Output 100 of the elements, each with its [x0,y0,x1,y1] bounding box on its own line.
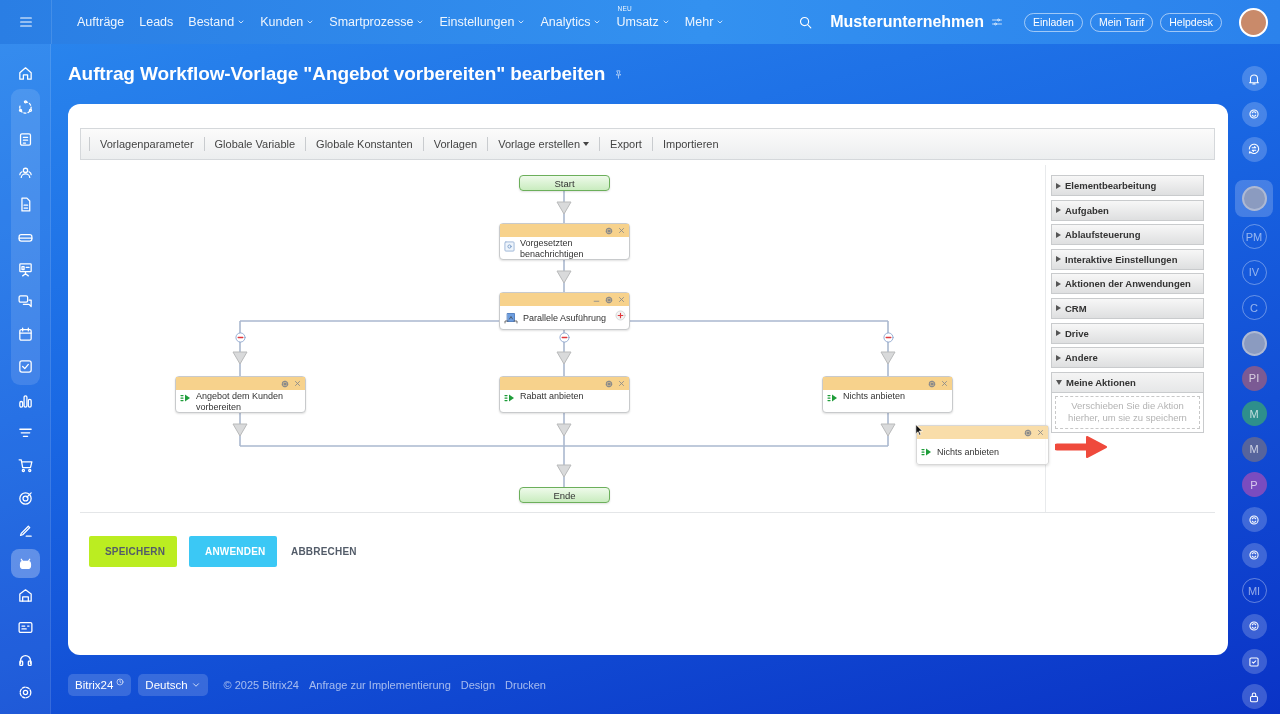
activity-node[interactable]: Rabatt anbieten [499,376,630,413]
remove-branch-icon[interactable] [558,332,570,343]
caret-icon [237,18,246,26]
lock-icon[interactable] [1247,689,1261,704]
parallel-icon [504,312,518,324]
copyright-text: © 2025 Bitrix24 [223,679,299,691]
toolbar-button[interactable]: Globale Variable [204,138,306,150]
user-avatar[interactable] [1241,330,1267,356]
brand-badge[interactable]: Bitrix24 [68,674,132,696]
language-selector[interactable]: Deutsch [138,674,208,696]
toolbar-button[interactable]: Vorlage erstellen [488,138,600,150]
save-button[interactable]: SPEICHERN [89,536,177,567]
palette-section-header[interactable]: Elementbearbeitung [1051,175,1204,196]
menu-icon[interactable] [17,14,34,30]
palette-section-header[interactable]: CRM [1051,297,1204,319]
settings-icon[interactable] [1024,428,1032,437]
user-avatar[interactable] [1239,7,1268,37]
connector-arrow [232,351,248,365]
toolbar-button[interactable]: Globale Konstanten [306,138,423,150]
terminal-node[interactable]: Start [519,175,610,191]
caret-icon [416,18,425,26]
caret-icon [661,18,670,26]
footer-link[interactable]: Design [460,679,496,691]
checkbox-icon[interactable] [16,358,34,376]
cancel-button[interactable]: ABBRECHEN [289,536,359,567]
toolbar-button[interactable]: Vorlagen [423,138,488,150]
palette-section-header[interactable]: Meine Aktionen [1051,371,1204,393]
drop-hint: Verschieben Sie die Aktion hierher, um sie zu speichern [1055,395,1200,429]
connector-arrow [556,445,572,488]
nav-menu-item[interactable]: Mehr [684,15,725,29]
collapsed-triangle-icon [1056,354,1061,361]
toolbar-button[interactable]: Importieren [652,138,729,150]
caret-icon [716,18,725,26]
chat-exchange-icon[interactable] [1247,142,1261,157]
home-icon[interactable] [16,64,34,82]
presentation-icon[interactable] [16,261,34,279]
search-icon[interactable] [798,14,814,30]
connector-arrow [880,412,896,447]
run-arrow-icon [827,393,838,403]
close-icon[interactable] [941,380,948,387]
node-label: Angebot dem Kunden vorbereiten [196,391,285,412]
add-branch-icon[interactable] [615,310,626,321]
initials-avatar[interactable]: P [1241,472,1267,498]
activity-node[interactable]: Parallele Asuführung [499,292,630,330]
caret-icon [593,18,602,26]
palette-section-header[interactable]: Andere [1051,347,1204,369]
toolbar-button[interactable]: Export [600,138,652,150]
bar-chart-icon[interactable] [16,392,34,410]
palette-section-header[interactable]: Drive [1051,322,1204,344]
node-label: Nichts anbieten [843,391,906,402]
palette-section-header[interactable]: Aktionen der Anwendungen [1051,273,1204,295]
activity-node[interactable]: Vorgesetzten benachrichtigen [499,223,630,260]
connector-arrow [232,412,248,447]
dragged-activity-node[interactable]: Nichts anbieten [916,425,1049,465]
loop-icon[interactable] [16,99,34,117]
connector-arrow [880,351,896,365]
nav-menu-item[interactable]: Bestand [188,15,246,29]
bell-icon[interactable] [1247,71,1261,86]
palette-section-header[interactable]: Ablaufsteuerung [1051,224,1204,246]
initials-avatar[interactable]: M [1241,401,1267,427]
calendar-icon[interactable] [16,325,34,343]
footer-link[interactable]: Anfrage zur Implementierung [308,679,451,691]
cart-icon[interactable] [16,457,34,475]
nav-menu-item[interactable]: Aufträge [77,15,125,29]
terminal-node[interactable]: Ende [519,487,610,503]
close-icon[interactable] [618,380,625,387]
activity-node[interactable]: Angebot dem Kunden vorbereiten [175,376,306,413]
dropdown-triangle-icon [583,142,590,146]
toolbar-button[interactable]: Vorlagenparameter [90,138,204,150]
user-avatar[interactable] [1241,186,1267,212]
collapsed-triangle-icon [1056,207,1061,214]
target-icon[interactable] [16,489,34,507]
footer-link[interactable]: Drucken [505,679,546,691]
close-icon[interactable] [618,227,625,234]
run-arrow-icon [921,447,932,457]
activity-node[interactable]: Nichts anbieten [822,376,953,413]
checkbox-icon[interactable] [1247,654,1261,669]
nav-menu-item[interactable]: Leads [139,15,174,29]
notification-icon [504,241,515,252]
store-icon[interactable] [16,586,34,604]
palette-section-header[interactable]: Aufgaben [1051,199,1204,221]
remove-branch-icon[interactable] [882,332,894,343]
close-icon[interactable] [294,380,301,387]
initials-avatar[interactable]: PI [1241,365,1267,391]
nav-menu-item[interactable]: Analytics [540,15,602,29]
collapsed-triangle-icon [1056,182,1061,189]
initials-avatar[interactable]: M [1241,436,1267,462]
nav-menu-item[interactable]: Einstellungen [439,15,526,29]
nav-menu-item[interactable]: Kunden [260,15,315,29]
node-label: Nichts anbieten [937,446,1000,458]
remove-branch-icon[interactable] [234,332,246,343]
close-icon[interactable] [1037,429,1044,436]
close-icon[interactable] [618,296,625,303]
palette-section-header[interactable]: Interaktive Einstellungen [1051,248,1204,270]
collapsed-triangle-icon [1056,330,1061,337]
collapsed-triangle-icon [1056,256,1061,263]
nav-menu-item[interactable]: Smartprozesse [329,15,425,29]
sliders-icon[interactable] [991,16,1003,28]
connector-arrow [556,412,572,447]
connector-arrow [556,329,572,377]
